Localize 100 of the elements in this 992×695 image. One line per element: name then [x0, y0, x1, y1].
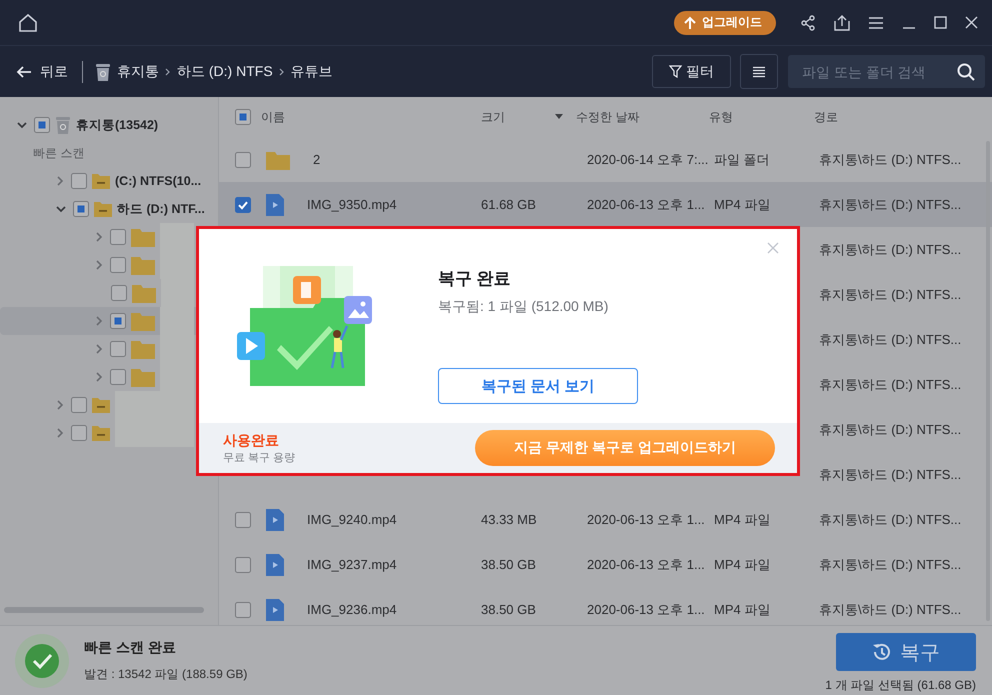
list-view-button[interactable]	[740, 54, 778, 89]
table-cell: 2020-06-14 오후 7:...	[587, 150, 708, 168]
chevron-right-icon[interactable]	[94, 315, 104, 327]
table-cell-text: 휴지통\하드 (D:) NTFS...	[818, 376, 962, 394]
chevron-right-icon[interactable]	[94, 259, 104, 271]
column-header[interactable]: 유형	[709, 110, 733, 124]
tree-item-label[interactable]: (C:) NTFS(10...	[115, 174, 202, 188]
table-cell-text: 휴지통\하드 (D:) NTFS...	[818, 286, 962, 304]
file-name: IMG_9240.mp4	[307, 512, 397, 527]
tree-row[interactable]: 휴지통(13542)	[0, 111, 218, 139]
tree-row[interactable]: 하드 (D:) NTF...	[0, 195, 218, 223]
table-row[interactable]: IMG_9350.mp4 61.68 GB 2020-06-13 오후 1... MP4 파일 휴지통\하드 (D:) NTFS...	[219, 182, 992, 227]
checkbox[interactable]	[235, 109, 251, 125]
search-icon[interactable]	[957, 62, 975, 80]
quota-note: 무료 복구 용량	[223, 450, 296, 464]
chevron-down-icon[interactable]	[55, 204, 67, 214]
table-row[interactable]: 2 2020-06-14 오후 7:... 파일 폴더 휴지통\하드 (D:) NTFS...	[219, 137, 992, 182]
breadcrumb-item[interactable]: 휴지통	[117, 62, 159, 80]
column-header[interactable]: 이름	[261, 108, 285, 126]
table-row[interactable]: IMG_9236.mp4 38.50 GB 2020-06-13 오후 1... MP4 파일 휴지통\하드 (D:) NTFS...	[219, 587, 992, 625]
chevron-down-icon[interactable]	[16, 120, 28, 130]
table-cell: 2020-06-13 오후 1...	[587, 600, 705, 618]
tree-item-label[interactable]: 하드 (D:) NTF...	[117, 200, 205, 218]
chevron-right-icon[interactable]	[94, 371, 104, 383]
breadcrumb-separator-icon	[278, 66, 285, 76]
folder-icon	[131, 367, 155, 387]
recovery-summary: 복구됨: 1 파일 (512.00 MB)	[438, 298, 610, 316]
checkbox[interactable]	[71, 173, 87, 189]
video-file-icon	[266, 598, 284, 620]
search-field[interactable]: 파일 또는 폴더 검색	[788, 55, 985, 88]
chevron-right-icon[interactable]	[55, 427, 65, 439]
checkbox[interactable]	[71, 425, 87, 441]
filter-icon	[669, 65, 682, 78]
back-link[interactable]: 뒤로	[40, 62, 68, 80]
checkbox[interactable]	[110, 369, 126, 385]
video-file-icon	[266, 554, 284, 576]
chevron-right-icon[interactable]	[94, 343, 104, 355]
sort-caret-icon[interactable]	[554, 114, 564, 120]
back-arrow-icon[interactable]	[16, 64, 32, 78]
up-arrow-icon	[684, 16, 696, 30]
table-cell-text: 휴지통\하드 (D:) NTFS...	[818, 600, 962, 618]
table-cell-text: 휴지통\하드 (D:) NTFS...	[818, 420, 962, 438]
maximize-icon[interactable]	[934, 16, 947, 29]
found-count: 발견 : 13542 파일 (188.59 GB)	[84, 666, 248, 682]
drive-folder-icon	[92, 397, 110, 413]
table-cell: 2020-06-13 오후 1...	[587, 556, 705, 574]
table-cell: 파일 폴더	[714, 152, 770, 166]
file-name: 2	[313, 152, 320, 167]
checkbox[interactable]	[110, 313, 126, 329]
folder-icon	[131, 339, 155, 359]
checkbox[interactable]	[235, 196, 251, 212]
home-icon[interactable]	[18, 12, 38, 32]
column-header[interactable]: 수정한 날짜	[576, 108, 640, 126]
view-recovered-button[interactable]: 복구된 문서 보기	[438, 368, 638, 404]
breadcrumb-item[interactable]: 유튜브	[290, 62, 333, 80]
recover-button[interactable]: 복구	[836, 633, 976, 671]
table-cell: MP4 파일	[714, 602, 770, 616]
checkbox[interactable]	[110, 229, 126, 245]
column-header[interactable]: 크기	[481, 110, 505, 124]
table-cell: 38.50 GB	[481, 557, 536, 572]
folder-icon	[131, 227, 155, 247]
table-cell: 38.50 GB	[481, 602, 536, 617]
tree-row[interactable]: (C:) NTFS(10...	[0, 167, 218, 195]
folder-icon	[131, 311, 155, 331]
tree-item-label[interactable]: 휴지통(13542)	[76, 116, 158, 134]
breadcrumb-separator-icon	[165, 66, 171, 76]
table-cell: MP4 파일	[714, 512, 770, 526]
table-cell: 2020-06-13 오후 1...	[587, 196, 705, 214]
chevron-right-icon[interactable]	[55, 399, 65, 411]
export-icon[interactable]	[834, 14, 850, 30]
checkbox[interactable]	[235, 556, 251, 572]
table-cell-text: 휴지통\하드 (D:) NTFS...	[818, 330, 962, 348]
file-name: IMG_9237.mp4	[307, 557, 397, 572]
upgrade-button[interactable]: 업그레이드	[674, 10, 776, 34]
checkbox[interactable]	[235, 602, 251, 618]
checkbox[interactable]	[110, 341, 126, 357]
trash-icon	[55, 116, 71, 134]
close-icon[interactable]	[965, 16, 978, 29]
table-cell: MP4 파일	[714, 196, 770, 212]
checkbox[interactable]	[34, 117, 50, 133]
search-input[interactable]: 파일 또는 폴더 검색	[800, 62, 957, 80]
history-icon	[872, 642, 892, 662]
horizontal-scrollbar[interactable]	[4, 607, 204, 613]
checkbox[interactable]	[235, 512, 251, 528]
table-row[interactable]: IMG_9240.mp4 43.33 MB 2020-06-13 오후 1... MP4 파일 휴지통\하드 (D:) NTFS...	[219, 497, 992, 542]
menu-icon[interactable]	[868, 16, 884, 30]
chevron-right-icon[interactable]	[55, 175, 65, 187]
column-header[interactable]: 경로	[814, 110, 838, 124]
table-row[interactable]: IMG_9237.mp4 38.50 GB 2020-06-13 오후 1... MP4 파일 휴지통\하드 (D:) NTFS...	[219, 542, 992, 587]
drive-folder-icon	[92, 425, 110, 441]
checkbox[interactable]	[110, 257, 126, 273]
checkbox[interactable]	[235, 152, 251, 168]
filter-button[interactable]: 필터	[652, 55, 731, 88]
share-icon[interactable]	[800, 14, 816, 30]
folder-icon	[132, 283, 156, 303]
breadcrumb-item[interactable]: 하드 (D:) NTFS	[177, 62, 273, 80]
checkbox[interactable]	[71, 397, 87, 413]
chevron-right-icon[interactable]	[94, 231, 104, 243]
checkbox[interactable]	[73, 201, 89, 217]
checkbox[interactable]	[111, 285, 127, 301]
